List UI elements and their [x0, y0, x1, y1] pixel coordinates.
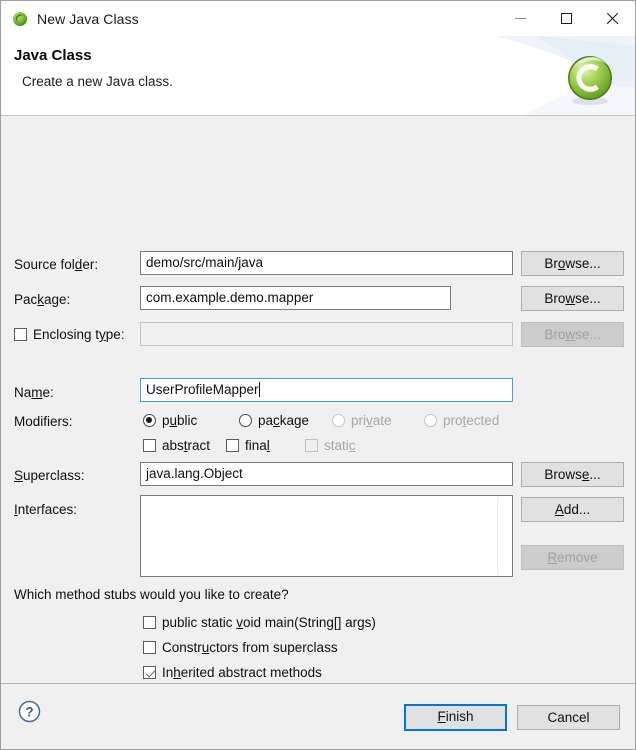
superclass-label: Superclass: — [14, 468, 85, 483]
interfaces-remove-button: Remove — [521, 545, 624, 570]
checkbox-final-box — [226, 439, 239, 452]
new-java-class-dialog: New Java Class Java Class Create a new J… — [0, 0, 636, 750]
source-folder-browse-button[interactable]: Browse... — [521, 251, 624, 276]
enclosing-type-checkbox-box — [14, 328, 27, 341]
checkbox-constructors-box — [143, 641, 156, 654]
package-browse-button[interactable]: Browse... — [521, 286, 624, 311]
interfaces-label: Interfaces: — [14, 502, 78, 517]
stub-checkbox-constructors-label: Constructors from superclass — [162, 640, 338, 655]
cancel-button[interactable]: Cancel — [517, 705, 620, 730]
interfaces-listbox[interactable] — [140, 495, 513, 577]
page-title: Java Class — [14, 47, 92, 64]
minimize-button[interactable] — [497, 1, 543, 36]
modifier-checkbox-final[interactable]: final — [226, 438, 270, 453]
minimize-icon — [514, 18, 526, 19]
page-subtitle: Create a new Java class. — [22, 74, 173, 89]
package-input[interactable]: com.example.demo.mapper — [140, 286, 451, 310]
checkbox-static-box — [305, 439, 318, 452]
modifier-checkbox-final-label: final — [245, 438, 270, 453]
text-caret — [258, 382, 260, 397]
stub-checkbox-inherited-abstract[interactable]: Inherited abstract methods — [143, 665, 322, 680]
modifier-radio-public-label: public — [162, 413, 198, 428]
java-class-green-icon — [568, 56, 612, 105]
interfaces-add-button[interactable]: Add... — [521, 497, 624, 522]
modifier-radio-package[interactable]: package — [239, 413, 309, 428]
modifier-checkbox-static-label: static — [324, 438, 356, 453]
close-icon — [606, 12, 619, 25]
modifier-radio-private-label: private — [351, 413, 392, 428]
modifier-radio-public[interactable]: public — [143, 413, 197, 428]
source-folder-label: Source folder: — [14, 257, 99, 272]
eclipse-java-icon — [12, 11, 28, 27]
modifier-checkbox-static: static — [305, 438, 356, 453]
superclass-input[interactable]: java.lang.Object — [140, 462, 513, 486]
enclosing-type-label: Enclosing type: — [33, 327, 125, 342]
source-folder-input[interactable]: demo/src/main/java — [140, 251, 513, 275]
stub-checkbox-inherited-abstract-label: Inherited abstract methods — [162, 665, 322, 680]
radio-public-circle — [143, 414, 156, 427]
modifier-radio-protected-label: protected — [443, 413, 500, 428]
maximize-icon — [560, 13, 572, 24]
modifier-radio-package-label: package — [258, 413, 310, 428]
close-button[interactable] — [589, 1, 635, 36]
dialog-header: Java Class Create a new Java class. — [1, 36, 635, 116]
package-label: Package: — [14, 292, 71, 307]
dialog-footer: ? Finish Cancel — [1, 683, 635, 749]
radio-package-circle — [239, 414, 252, 427]
maximize-button[interactable] — [543, 1, 589, 36]
enclosing-type-checkbox[interactable]: Enclosing type: — [14, 327, 125, 342]
interfaces-scrollbar[interactable] — [497, 497, 511, 575]
checkbox-main-method-box — [143, 616, 156, 629]
modifier-checkbox-abstract[interactable]: abstract — [143, 438, 210, 453]
help-question-icon[interactable]: ? — [18, 700, 41, 723]
window-controls — [497, 1, 635, 36]
checkbox-abstract-box — [143, 439, 156, 452]
window-title: New Java Class — [37, 10, 139, 27]
radio-protected-circle — [424, 414, 437, 427]
stub-checkbox-main-method-label: public static void main(String[] args) — [162, 615, 376, 630]
name-input[interactable]: UserProfileMapper — [140, 378, 513, 402]
enclosing-type-input — [140, 322, 513, 346]
method-stubs-question: Which method stubs would you like to cre… — [14, 587, 289, 602]
title-bar: New Java Class — [1, 1, 635, 36]
stub-checkbox-main-method[interactable]: public static void main(String[] args) — [143, 615, 376, 630]
finish-button[interactable]: Finish — [404, 704, 507, 731]
modifier-checkbox-abstract-label: abstract — [162, 438, 211, 453]
dialog-body: Source folder: demo/src/main/java Browse… — [1, 116, 635, 730]
radio-private-circle — [332, 414, 345, 427]
checkbox-inherited-abstract-box — [143, 666, 156, 679]
modifiers-label: Modifiers: — [14, 414, 73, 429]
modifier-radio-protected: protected — [424, 413, 499, 428]
modifier-radio-private: private — [332, 413, 392, 428]
svg-text:?: ? — [25, 705, 33, 720]
stub-checkbox-constructors[interactable]: Constructors from superclass — [143, 640, 338, 655]
superclass-browse-button[interactable]: Browse... — [521, 462, 624, 487]
name-label: Name: — [14, 385, 54, 400]
enclosing-type-browse-button: Browse... — [521, 322, 624, 347]
